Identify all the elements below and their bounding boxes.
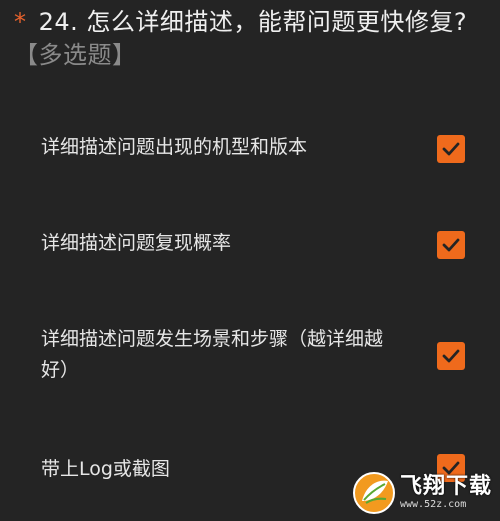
- option-checkbox[interactable]: [437, 342, 465, 370]
- required-mark: *: [14, 8, 27, 36]
- option-label: 带上Log或截图: [41, 458, 170, 480]
- option-label: 详细描述问题出现的机型和版本: [41, 136, 308, 158]
- option-checkbox[interactable]: [437, 135, 465, 163]
- checkmark-icon: [442, 142, 460, 156]
- question-type-label: 【多选题】: [14, 41, 137, 69]
- option-row-1[interactable]: 详细描述问题出现的机型和版本: [0, 128, 500, 188]
- option-label: 详细描述问题发生场景和步骤（越详细越好）: [41, 328, 384, 381]
- watermark-name: 飞翔下载: [399, 474, 492, 499]
- option-row-2[interactable]: 详细描述问题复现概率: [0, 222, 500, 282]
- site-watermark: 飞翔下载 www.52z.com: [352, 471, 492, 515]
- watermark-url: www.52z.com: [399, 499, 467, 510]
- option-row-3[interactable]: 详细描述问题发生场景和步骤（越详细越好）: [0, 318, 500, 398]
- option-label: 详细描述问题复现概率: [41, 232, 232, 254]
- checkmark-icon: [442, 349, 460, 363]
- checkmark-icon: [442, 238, 460, 252]
- option-checkbox[interactable]: [437, 231, 465, 259]
- leaf-logo-icon: [352, 472, 395, 514]
- question-text: 24. 怎么详细描述，能帮问题更快修复?: [30, 8, 468, 36]
- question-title: * 24. 怎么详细描述，能帮问题更快修复? 【多选题】: [14, 6, 484, 72]
